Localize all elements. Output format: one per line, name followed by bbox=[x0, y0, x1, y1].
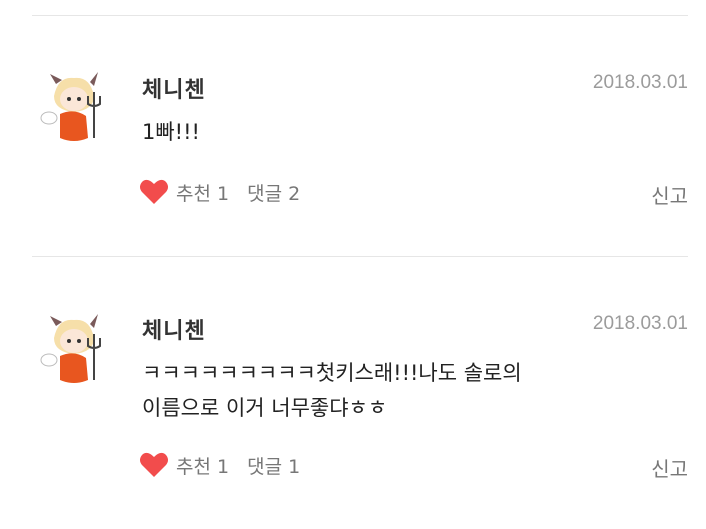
devil-chibi-avatar-icon[interactable] bbox=[34, 308, 114, 388]
report-button[interactable]: 신고 bbox=[651, 453, 688, 482]
comment-text: 1빠!!! bbox=[142, 115, 642, 150]
comment-author[interactable]: 체니첸 bbox=[142, 313, 206, 345]
comment-text-line: 1빠!!! bbox=[142, 120, 200, 144]
comment-text-line: ㅋㅋㅋㅋㅋㅋㅋㅋㅋ첫키스래!!!나도 솔로의 bbox=[142, 361, 522, 385]
like-button[interactable]: 추천 1 bbox=[138, 449, 229, 481]
report-button[interactable]: 신고 bbox=[651, 180, 688, 209]
reply-button[interactable]: 댓글 1 bbox=[247, 452, 300, 479]
like-label: 추천 1 bbox=[176, 182, 230, 205]
reply-button[interactable]: 댓글 2 bbox=[247, 179, 300, 206]
comment-text-line: 이름으로 이거 너무좋댜ㅎㅎ bbox=[142, 396, 388, 420]
comment-author[interactable]: 체니첸 bbox=[142, 72, 206, 104]
comment-date: 2018.03.01 bbox=[592, 313, 688, 334]
heart-icon bbox=[140, 179, 168, 204]
comment-text: ㅋㅋㅋㅋㅋㅋㅋㅋㅋ첫키스래!!!나도 솔로의 이름으로 이거 너무좋댜ㅎㅎ bbox=[142, 356, 642, 426]
like-label: 추천 1 bbox=[176, 455, 230, 478]
like-button[interactable]: 추천 1 bbox=[138, 176, 229, 208]
comment-divider bbox=[32, 256, 688, 257]
comment-actions: 추천 1 댓글 2 bbox=[138, 176, 300, 208]
heart-icon bbox=[140, 452, 168, 477]
comment-date: 2018.03.01 bbox=[592, 72, 688, 93]
top-divider bbox=[32, 15, 688, 16]
comment-actions: 추천 1 댓글 1 bbox=[138, 449, 300, 481]
devil-chibi-avatar-icon[interactable] bbox=[34, 66, 114, 146]
